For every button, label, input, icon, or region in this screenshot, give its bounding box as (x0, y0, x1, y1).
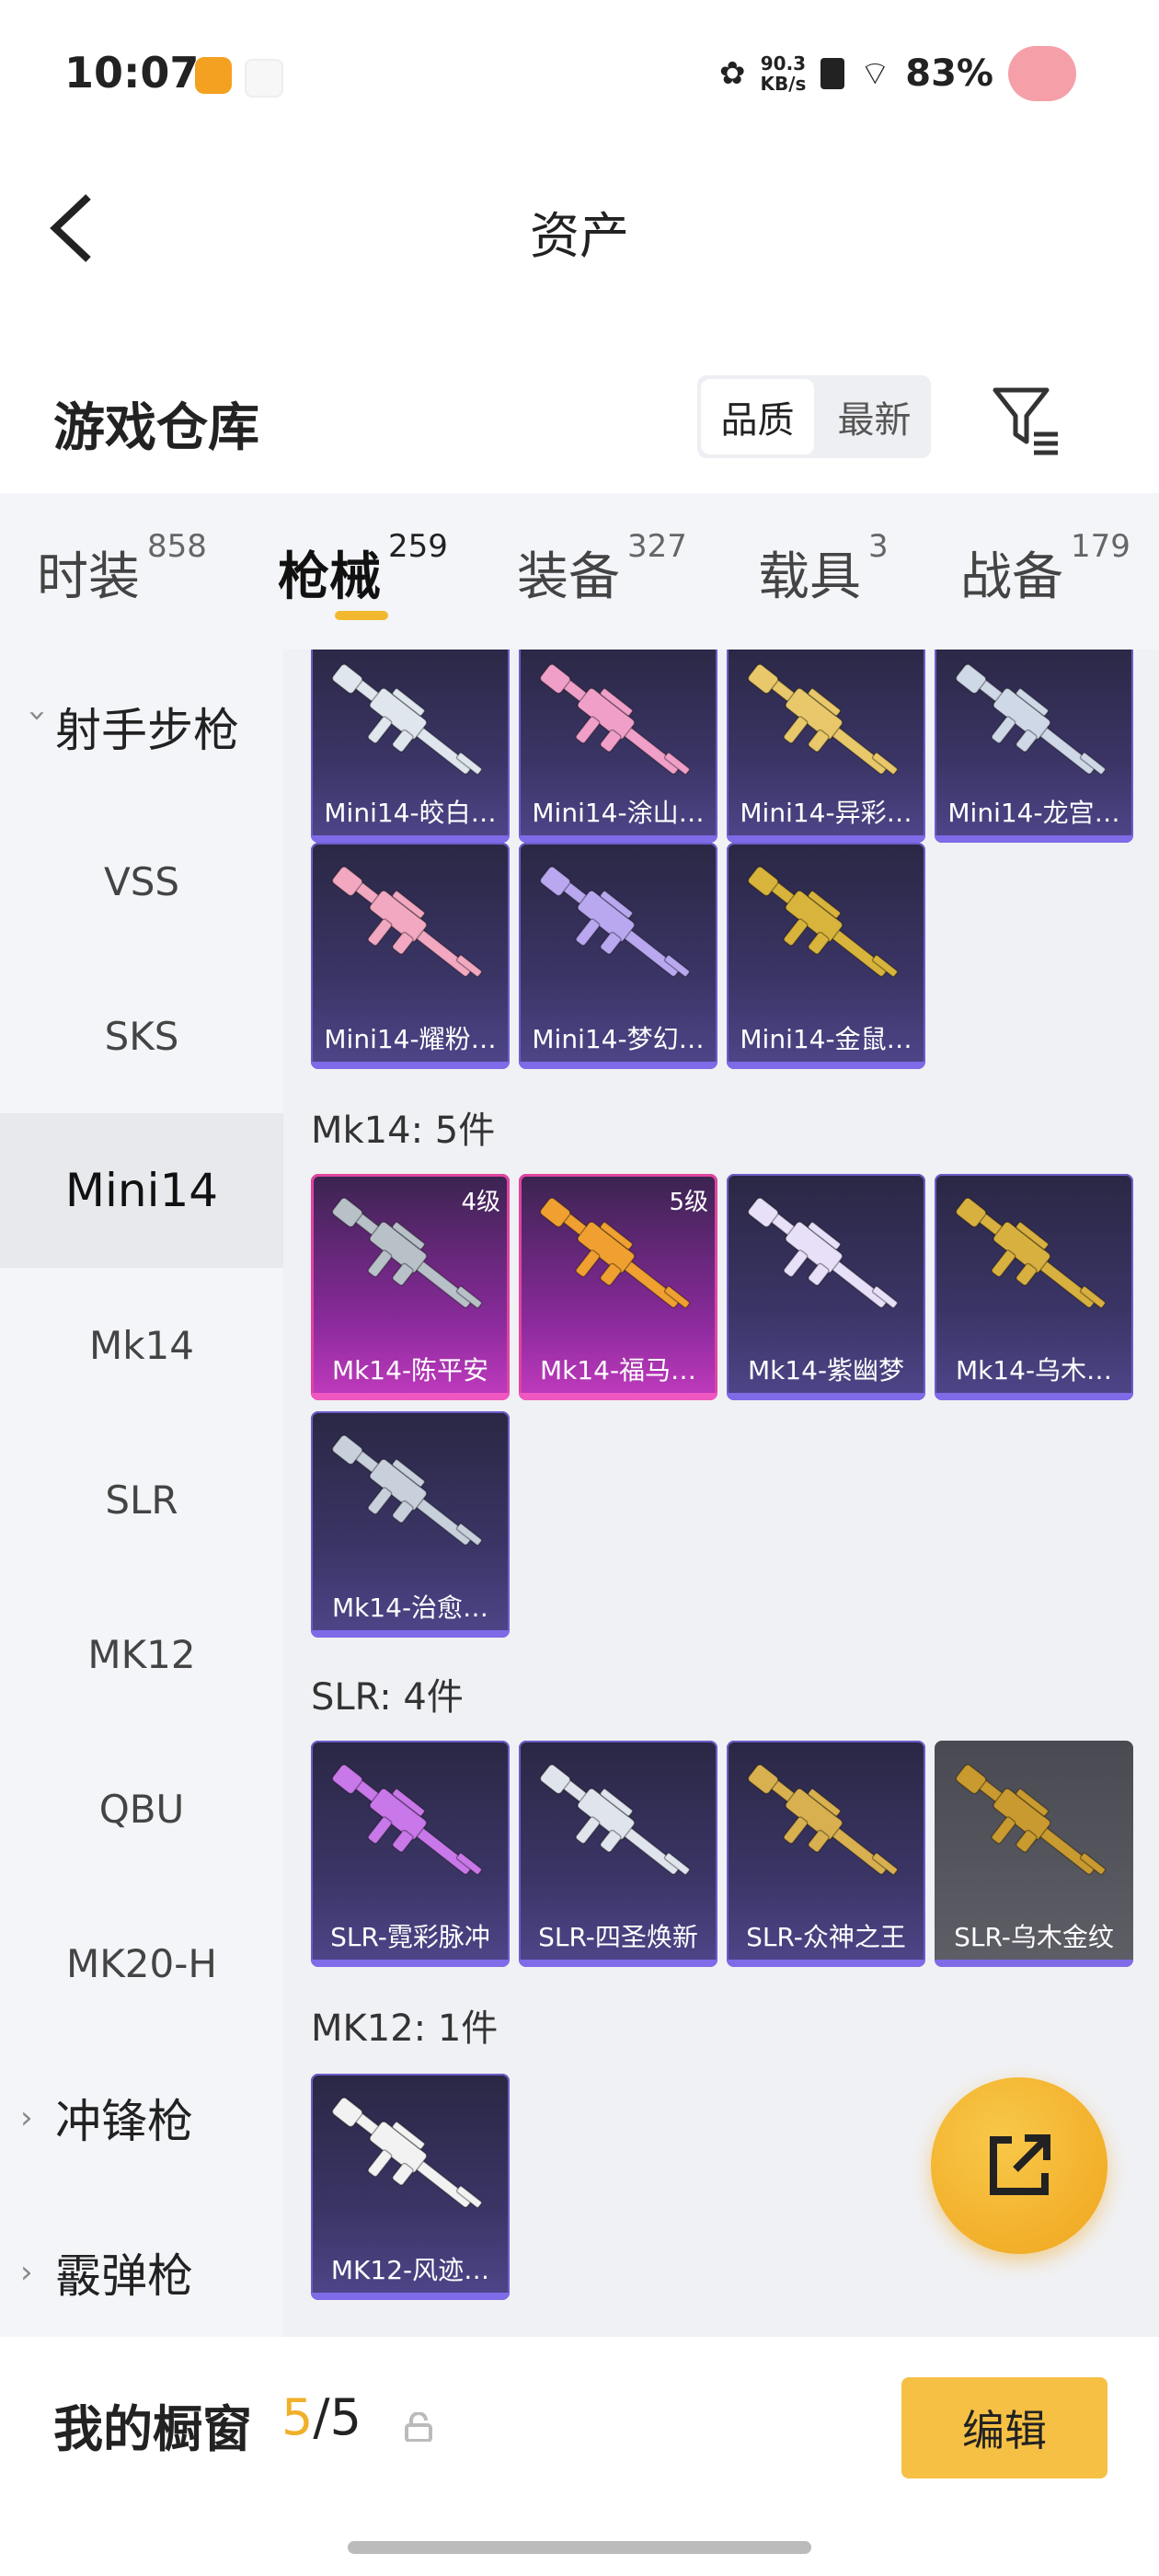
tab-weapons[interactable]: 枪械259 (278, 528, 448, 610)
chevron-down-icon: › (19, 709, 56, 722)
sidebar-group-shotgun[interactable]: › 霰弹枪 (0, 2195, 283, 2350)
weapon-card[interactable]: Mini14-异彩… (727, 650, 925, 843)
chevron-right-icon: › (20, 2254, 33, 2291)
rifle-icon (331, 2097, 483, 2209)
weapon-type-sidebar: › 射手步枪 VSS SKS Mini14 Mk14 SLR MK12 QBU … (0, 650, 283, 2337)
weapon-card[interactable]: Mini14-龙宫… (935, 650, 1133, 843)
weapon-card[interactable]: Mk14-乌木… (935, 1174, 1133, 1400)
sort-quality[interactable]: 品质 (701, 379, 814, 454)
weapon-card[interactable]: SLR-四圣焕新 (519, 1741, 717, 1967)
level-badge: 5级 (669, 1189, 708, 1216)
battery-level: 83% (905, 52, 993, 95)
page-title: 资产 (530, 207, 629, 265)
net-speed: 90.3 KB/s (760, 52, 807, 95)
weapon-card[interactable]: 5级 Mk14-福马… (519, 1174, 717, 1400)
rifle-icon (747, 1197, 899, 1309)
rifle-icon (747, 1764, 899, 1876)
app-notification-icon (195, 57, 232, 94)
sidebar-item-sks[interactable]: SKS (0, 959, 283, 1113)
sidebar-item-mini14[interactable]: Mini14 (0, 1113, 283, 1268)
weapon-card[interactable]: Mk14-治愈… (311, 1411, 510, 1638)
rifle-icon (331, 663, 483, 776)
showcase-bar: 我的橱窗 5/5 编辑 (0, 2337, 1159, 2502)
level-badge: 4级 (461, 1189, 500, 1216)
rifle-icon (539, 866, 691, 978)
showcase-count: 5/5 (281, 2388, 361, 2446)
sim-off-icon (820, 58, 845, 89)
rifle-icon (331, 1764, 483, 1876)
rifle-icon (331, 1434, 483, 1547)
section-title-mk12: MK12: 1件 (311, 2007, 499, 2050)
weapon-card[interactable]: SLR-乌木金纹 (935, 1741, 1133, 1967)
weapon-card[interactable]: MK12-风迹… (311, 2074, 510, 2300)
weapon-card[interactable]: SLR-众神之王 (727, 1741, 925, 1967)
warehouse-title: 游戏仓库 (53, 398, 259, 458)
weapon-card[interactable]: Mini14-金鼠… (727, 843, 925, 1069)
filter-icon (993, 387, 1058, 455)
section-title-mk14: Mk14: 5件 (311, 1110, 496, 1152)
weapon-card[interactable]: 4级 Mk14-陈平安 (311, 1174, 510, 1400)
sidebar-item-mk14[interactable]: Mk14 (0, 1268, 283, 1422)
share-button[interactable] (931, 2077, 1107, 2254)
filter-button[interactable] (990, 383, 1063, 456)
weapon-card[interactable]: Mini14-涂山… (519, 650, 717, 843)
tab-battle-gear[interactable]: 战备179 (960, 528, 1130, 610)
showcase-label: 我的橱窗 (53, 2400, 252, 2458)
tab-vehicles[interactable]: 载具3 (758, 528, 889, 610)
share-external-icon (990, 2134, 1050, 2195)
sidebar-group-smg[interactable]: › 冲锋枪 (0, 2041, 283, 2195)
sort-toggle: 品质 最新 (697, 375, 931, 458)
app-header: 资产 (0, 166, 1159, 285)
rifle-icon (539, 663, 691, 776)
sidebar-group-marksman-rifle[interactable]: › 射手步枪 (0, 650, 283, 804)
rifle-icon (747, 866, 899, 978)
rifle-icon (331, 866, 483, 978)
sidebar-item-slr[interactable]: SLR (0, 1422, 283, 1577)
warehouse-bar: 游戏仓库 品质 最新 (0, 350, 1159, 488)
edit-button[interactable]: 编辑 (901, 2377, 1107, 2478)
rifle-icon (955, 663, 1107, 776)
weapon-card[interactable]: Mini14-梦幻… (519, 843, 717, 1069)
chevron-right-icon: › (20, 2099, 33, 2136)
rifle-icon (955, 1764, 1107, 1876)
lock-icon (405, 2412, 432, 2442)
status-bar: 10:07 ✿ 90.3 KB/s ⌔ 83% (0, 0, 1159, 147)
weapon-card[interactable]: Mini14-耀粉… (311, 843, 510, 1069)
home-indicator[interactable] (348, 2541, 811, 2554)
weapon-card[interactable]: Mini14-皎白… (311, 650, 510, 843)
rifle-icon (539, 1764, 691, 1876)
status-time: 10:07 (64, 48, 200, 98)
active-tab-indicator (335, 611, 388, 620)
sidebar-item-mk12[interactable]: MK12 (0, 1577, 283, 1731)
sidebar-item-qbu[interactable]: QBU (0, 1731, 283, 1886)
rifle-icon (747, 663, 899, 776)
weapon-card[interactable]: Mk14-紫幽梦 (727, 1174, 925, 1400)
sidebar-item-mk20h[interactable]: MK20-H (0, 1886, 283, 2041)
category-tabs: 时装858 枪械259 装备327 载具3 战备179 (0, 493, 1159, 650)
section-title-slr: SLR: 4件 (311, 1676, 464, 1719)
tab-fashion[interactable]: 时装858 (37, 528, 207, 610)
weapon-card[interactable]: SLR-霓彩脉冲 (311, 1741, 510, 1967)
pig-avatar-icon (1008, 46, 1076, 101)
wifi-icon: ⌔ (859, 54, 891, 93)
sidebar-item-vss[interactable]: VSS (0, 804, 283, 959)
sort-newest[interactable]: 最新 (818, 375, 931, 458)
rifle-icon (955, 1197, 1107, 1309)
tab-equipment[interactable]: 装备327 (517, 528, 687, 610)
flower-icon: ✿ (718, 55, 746, 92)
app-notification-icon-2 (245, 59, 283, 98)
